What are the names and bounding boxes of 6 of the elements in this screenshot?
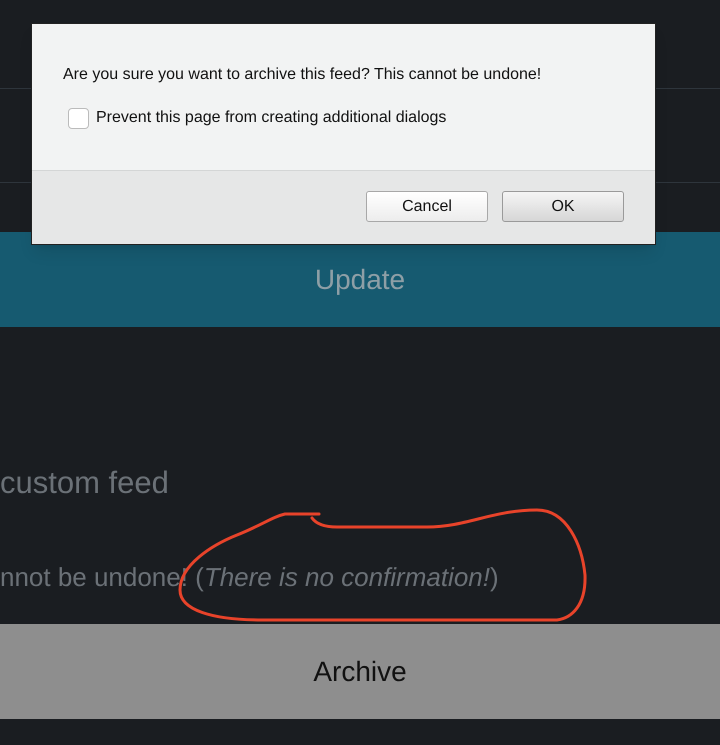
archive-button[interactable]: Archive xyxy=(0,624,720,719)
checkbox-label: Prevent this page from creating additional dialogs xyxy=(96,108,446,128)
dialog-button[interactable]: OK xyxy=(502,191,624,222)
dialog-message: Are you sure you want to archive this feed? This cannot be undone! xyxy=(63,65,542,85)
dialog-button[interactable]: Cancel xyxy=(366,191,488,222)
section-heading: custom feed xyxy=(0,465,169,501)
